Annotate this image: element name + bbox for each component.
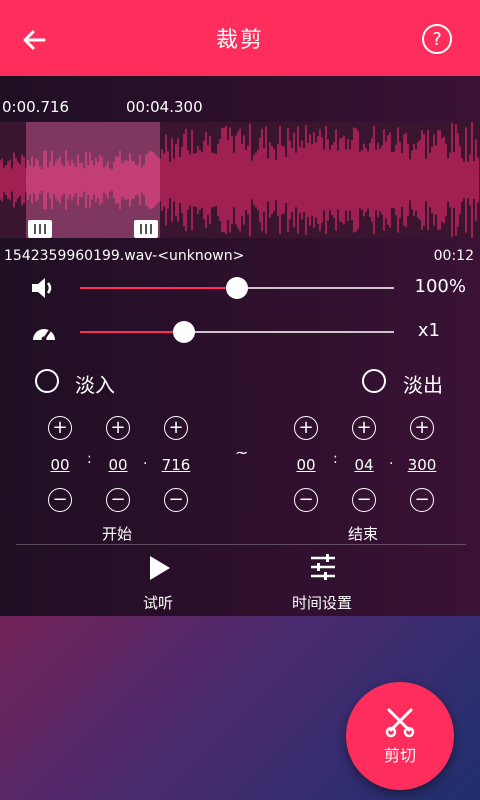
selection-start-handle[interactable] [28, 220, 52, 238]
divider [16, 544, 466, 545]
cut-fab-button[interactable]: 剪切 [346, 682, 454, 790]
start-colon: : [87, 451, 92, 467]
start-label: 开始 [102, 525, 133, 543]
end-milliseconds[interactable]: 300 [402, 456, 442, 474]
end-ms-increment[interactable]: + [410, 416, 434, 440]
start-seconds[interactable]: 00 [98, 456, 138, 474]
volume-fill [80, 287, 237, 289]
end-sec-decrement[interactable]: − [352, 488, 376, 512]
end-sec-increment[interactable]: + [352, 416, 376, 440]
selection-start-time: 0:00.716 [2, 98, 70, 116]
end-ms-decrement[interactable]: − [410, 488, 434, 512]
cut-label: 剪切 [383, 746, 416, 765]
volume-thumb[interactable] [226, 277, 248, 299]
end-dot: · [389, 456, 394, 472]
end-min-decrement[interactable]: − [294, 488, 318, 512]
selection-end-time: 00:04.300 [126, 98, 203, 116]
start-ms-increment[interactable]: + [164, 416, 188, 440]
fade-out-radio[interactable] [362, 369, 386, 393]
fade-in-label: 淡入 [75, 373, 115, 397]
end-min-increment[interactable]: + [294, 416, 318, 440]
start-dot: · [143, 456, 148, 472]
scissors-icon [385, 708, 415, 738]
speed-fill [80, 331, 184, 333]
page-title: 裁剪 [215, 28, 264, 53]
end-colon: : [333, 451, 338, 467]
start-milliseconds[interactable]: 716 [156, 456, 196, 474]
selection-end-handle[interactable] [134, 220, 158, 238]
fade-out-label: 淡出 [403, 373, 443, 397]
volume-value: 100% [414, 276, 466, 297]
speaker-icon [32, 278, 52, 298]
file-duration: 00:12 [433, 248, 474, 264]
preview-label: 试听 [143, 594, 174, 612]
speed-row: x1 [0, 312, 480, 352]
sliders-icon [311, 554, 335, 580]
speed-value: x1 [417, 320, 440, 341]
help-button[interactable]: ? [422, 24, 452, 54]
volume-row: 100% [0, 268, 480, 308]
fade-in-radio[interactable] [35, 369, 59, 393]
start-sec-increment[interactable]: + [106, 416, 130, 440]
speedometer-icon [33, 327, 55, 342]
question-icon: ? [432, 28, 442, 50]
app-header: 裁剪 ? [0, 0, 480, 76]
range-tilde: ~ [235, 443, 249, 462]
end-minutes[interactable]: 00 [286, 456, 326, 474]
start-minutes[interactable]: 00 [40, 456, 80, 474]
end-label: 结束 [348, 525, 379, 543]
play-icon [150, 556, 170, 580]
arrow-left-icon [23, 30, 46, 50]
back-button[interactable] [18, 24, 50, 56]
end-seconds[interactable]: 04 [344, 456, 384, 474]
speed-thumb[interactable] [173, 321, 195, 343]
file-name: 1542359960199.wav-<unknown> [4, 248, 245, 264]
start-min-decrement[interactable]: − [48, 488, 72, 512]
start-ms-decrement[interactable]: − [164, 488, 188, 512]
time-settings-button[interactable] [300, 550, 346, 586]
time-settings-label: 时间设置 [292, 594, 353, 612]
start-sec-decrement[interactable]: − [106, 488, 130, 512]
start-min-increment[interactable]: + [48, 416, 72, 440]
